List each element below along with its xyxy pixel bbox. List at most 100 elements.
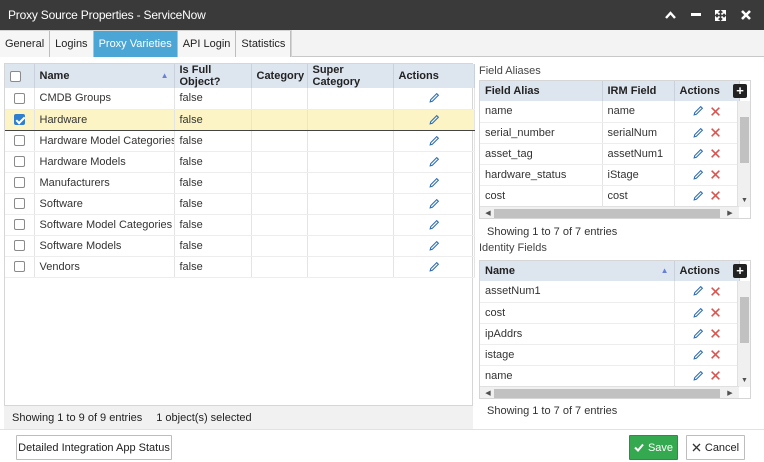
- scroll-thumb[interactable]: [740, 117, 749, 163]
- column-category[interactable]: Category: [251, 64, 308, 88]
- row-checkbox-cell[interactable]: [5, 88, 35, 110]
- column-field-alias[interactable]: Field Alias: [480, 81, 603, 101]
- column-name[interactable]: Name ▲: [480, 261, 675, 281]
- scroll-left-arrow[interactable]: ◀: [482, 207, 494, 218]
- tab-logins[interactable]: Logins: [50, 31, 94, 57]
- delete-icon[interactable]: [710, 349, 721, 360]
- edit-icon[interactable]: [428, 135, 440, 147]
- row-checkbox-cell[interactable]: [5, 214, 35, 236]
- edit-icon[interactable]: [428, 198, 440, 210]
- edit-icon[interactable]: [692, 105, 704, 117]
- scroll-right-arrow[interactable]: ▶: [724, 207, 736, 218]
- delete-icon[interactable]: [710, 370, 721, 381]
- identity-fields-hscrollbar[interactable]: ◀ ▶: [480, 386, 739, 398]
- table-row[interactable]: istage: [480, 344, 740, 366]
- minimize-icon[interactable]: [683, 0, 708, 30]
- row-checkbox[interactable]: [13, 135, 25, 147]
- row-checkbox-cell[interactable]: [5, 172, 35, 194]
- table-row[interactable]: cost: [480, 302, 740, 324]
- table-row[interactable]: CMDB Groups false: [5, 88, 475, 110]
- close-icon[interactable]: [733, 0, 758, 30]
- row-checkbox[interactable]: [13, 261, 25, 273]
- delete-icon[interactable]: [710, 307, 721, 318]
- row-checkbox[interactable]: [13, 198, 25, 210]
- row-checkbox[interactable]: [13, 219, 25, 231]
- row-checkbox-cell[interactable]: [5, 256, 35, 278]
- table-row[interactable]: Vendors false: [5, 256, 475, 278]
- save-button[interactable]: Save: [629, 435, 678, 460]
- table-row[interactable]: Manufacturers false: [5, 172, 475, 194]
- table-row[interactable]: Software Model Categories false: [5, 214, 475, 236]
- expand-icon[interactable]: [708, 0, 733, 30]
- select-all-checkbox-cell[interactable]: [5, 64, 35, 88]
- delete-icon[interactable]: [710, 127, 721, 138]
- row-checkbox[interactable]: [13, 156, 25, 168]
- table-row[interactable]: hardware_status iStage: [480, 164, 740, 186]
- row-checkbox[interactable]: [13, 240, 25, 252]
- cancel-button[interactable]: Cancel: [686, 435, 745, 460]
- delete-icon[interactable]: [710, 286, 721, 297]
- table-row[interactable]: serial_number serialNum: [480, 122, 740, 144]
- table-row[interactable]: Hardware false: [5, 108, 475, 131]
- add-identity-field-button[interactable]: +: [733, 264, 747, 278]
- delete-icon[interactable]: [710, 148, 721, 159]
- edit-icon[interactable]: [692, 307, 704, 319]
- table-row[interactable]: Hardware Models false: [5, 151, 475, 173]
- chevron-up-icon[interactable]: [658, 0, 683, 30]
- edit-icon[interactable]: [692, 285, 704, 297]
- field-aliases-vscrollbar[interactable]: ▼: [737, 101, 750, 207]
- row-checkbox-cell[interactable]: [5, 108, 35, 131]
- table-row[interactable]: Hardware Model Categories false: [5, 130, 475, 152]
- scroll-down-arrow[interactable]: ▼: [738, 375, 750, 387]
- scroll-right-arrow[interactable]: ▶: [724, 387, 736, 398]
- row-checkbox[interactable]: [13, 92, 25, 104]
- table-row[interactable]: asset_tag assetNum1: [480, 143, 740, 165]
- edit-icon[interactable]: [428, 240, 440, 252]
- delete-icon[interactable]: [710, 106, 721, 117]
- tab-general[interactable]: General: [0, 31, 51, 57]
- table-row[interactable]: name: [480, 365, 740, 387]
- edit-icon[interactable]: [692, 169, 704, 181]
- tab-api-login[interactable]: API Login: [177, 31, 237, 57]
- table-row[interactable]: Software false: [5, 193, 475, 215]
- field-aliases-hscrollbar[interactable]: ◀ ▶: [480, 206, 739, 218]
- select-all-checkbox[interactable]: [10, 70, 21, 82]
- edit-icon[interactable]: [428, 92, 440, 104]
- row-checkbox[interactable]: [13, 177, 25, 189]
- edit-icon[interactable]: [428, 261, 440, 273]
- edit-icon[interactable]: [692, 349, 704, 361]
- table-row[interactable]: name name: [480, 101, 740, 123]
- integration-app-status-button[interactable]: Detailed Integration App Status: [16, 435, 172, 460]
- row-checkbox-cell[interactable]: [5, 193, 35, 215]
- edit-icon[interactable]: [428, 156, 440, 168]
- tab-statistics[interactable]: Statistics: [236, 31, 292, 57]
- column-name[interactable]: Name ▲: [34, 64, 175, 88]
- delete-icon[interactable]: [710, 190, 721, 201]
- edit-icon[interactable]: [692, 190, 704, 202]
- edit-icon[interactable]: [428, 114, 440, 126]
- scroll-down-arrow[interactable]: ▼: [738, 195, 750, 207]
- edit-icon[interactable]: [428, 177, 440, 189]
- row-checkbox[interactable]: [13, 114, 25, 126]
- add-field-alias-button[interactable]: +: [733, 84, 747, 98]
- edit-icon[interactable]: [692, 127, 704, 139]
- row-checkbox-cell[interactable]: [5, 235, 35, 257]
- edit-icon[interactable]: [692, 370, 704, 382]
- scroll-left-arrow[interactable]: ◀: [482, 387, 494, 398]
- table-row[interactable]: cost cost: [480, 185, 740, 207]
- scroll-thumb[interactable]: [494, 389, 720, 398]
- tab-proxy-varieties[interactable]: Proxy Varieties: [93, 31, 178, 57]
- row-checkbox-cell[interactable]: [5, 151, 35, 173]
- table-row[interactable]: assetNum1: [480, 281, 740, 303]
- delete-icon[interactable]: [710, 169, 721, 180]
- scroll-thumb[interactable]: [494, 209, 720, 218]
- delete-icon[interactable]: [710, 328, 721, 339]
- column-irm-field[interactable]: IRM Field: [602, 81, 675, 101]
- row-checkbox-cell[interactable]: [5, 130, 35, 152]
- column-is-full-object[interactable]: Is Full Object?: [174, 64, 252, 88]
- edit-icon[interactable]: [692, 148, 704, 160]
- table-row[interactable]: ipAddrs: [480, 323, 740, 345]
- identity-fields-vscrollbar[interactable]: ▼: [737, 281, 750, 387]
- edit-icon[interactable]: [428, 219, 440, 231]
- column-super-category[interactable]: Super Category: [307, 64, 394, 88]
